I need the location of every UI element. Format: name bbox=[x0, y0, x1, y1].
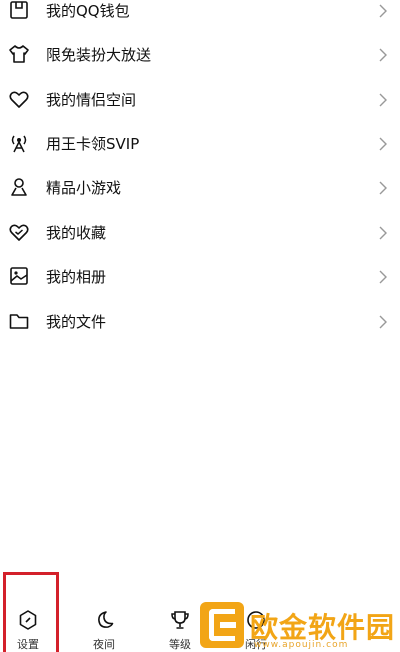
menu-item-my-files[interactable]: 我的文件 bbox=[0, 299, 400, 343]
chevron-right-icon bbox=[378, 269, 388, 284]
nav-label-night: 夜间 bbox=[93, 638, 115, 651]
chevron-right-icon bbox=[378, 3, 388, 18]
menu-item-label: 我的QQ钱包 bbox=[46, 1, 130, 20]
menu-item-photo-album[interactable]: 我的相册 bbox=[0, 254, 400, 298]
menu-item-free-outfits[interactable]: 限免装扮大放送 bbox=[0, 32, 400, 76]
menu-item-label: 限免装扮大放送 bbox=[46, 45, 152, 64]
highlight-box bbox=[3, 572, 59, 652]
menu-item-king-card-svip[interactable]: 用王卡领SVIP bbox=[0, 121, 400, 165]
menu-item-favorites[interactable]: 我的收藏 bbox=[0, 210, 400, 254]
folder-icon bbox=[8, 310, 30, 332]
watermark: 欧金软件园 www.apoujin.com bbox=[200, 602, 396, 652]
chevron-right-icon bbox=[378, 314, 388, 329]
nav-label-level: 等级 bbox=[169, 638, 191, 651]
menu-item-label: 精品小游戏 bbox=[46, 178, 122, 197]
moon-icon bbox=[92, 608, 116, 632]
trophy-icon bbox=[168, 608, 192, 632]
chevron-right-icon bbox=[378, 136, 388, 151]
tshirt-icon bbox=[8, 43, 30, 65]
watermark-logo-icon bbox=[200, 602, 244, 648]
menu-item-qq-wallet[interactable]: 我的QQ钱包 bbox=[0, 0, 400, 32]
menu-item-couple-space[interactable]: 我的情侣空间 bbox=[0, 77, 400, 121]
menu-item-label: 我的情侣空间 bbox=[46, 90, 137, 109]
night-mode-button[interactable]: 夜间 bbox=[90, 600, 118, 652]
photo-album-icon bbox=[8, 265, 30, 287]
menu-item-label: 我的收藏 bbox=[46, 223, 107, 242]
menu-item-label: 我的相册 bbox=[46, 267, 107, 286]
heart-icon bbox=[8, 88, 30, 110]
level-button[interactable]: 等级 bbox=[166, 600, 194, 652]
signal-tower-icon bbox=[8, 132, 30, 154]
chevron-right-icon bbox=[378, 225, 388, 240]
chevron-right-icon bbox=[378, 92, 388, 107]
heart-check-icon bbox=[8, 221, 30, 243]
menu-item-label: 用王卡领SVIP bbox=[46, 134, 140, 153]
location-pin-icon bbox=[8, 176, 30, 198]
menu-item-label: 我的文件 bbox=[46, 312, 107, 331]
chevron-right-icon bbox=[378, 180, 388, 195]
menu-item-mini-games[interactable]: 精品小游戏 bbox=[0, 165, 400, 209]
watermark-url: www.apoujin.com bbox=[254, 640, 349, 650]
chevron-right-icon bbox=[378, 47, 388, 62]
wallet-icon bbox=[8, 0, 30, 21]
